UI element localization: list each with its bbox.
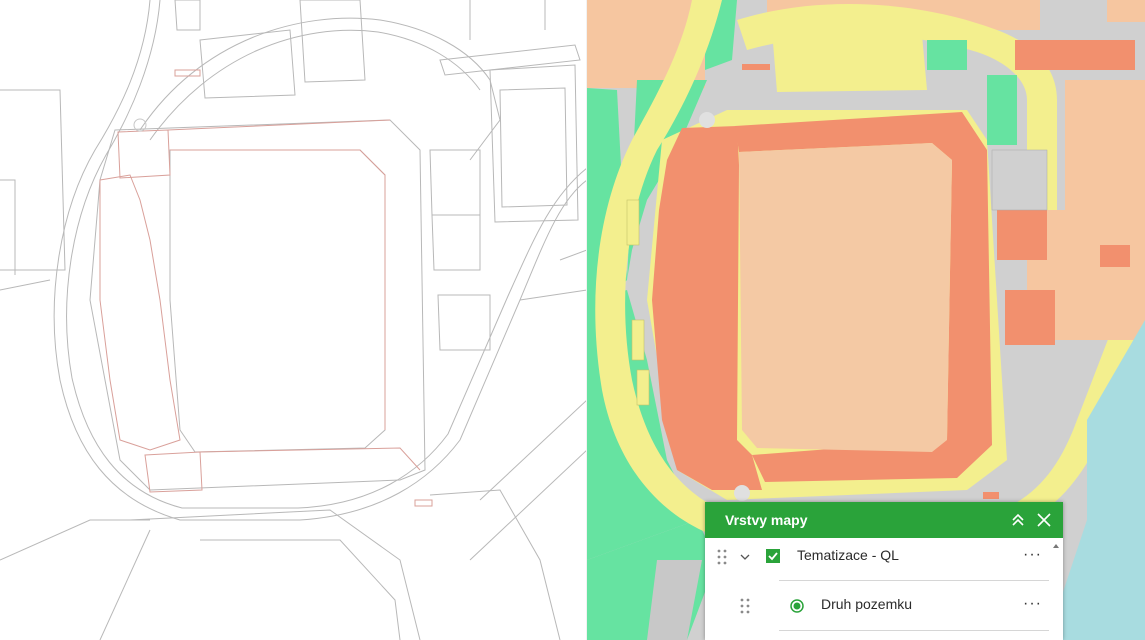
row-divider — [779, 580, 1049, 581]
radio-selected-icon[interactable] — [790, 599, 804, 613]
layers-panel: Vrstvy mapy Tematizace - QL ··· Druh poz… — [705, 502, 1063, 640]
layer-row-tematizace[interactable]: Tematizace - QL ··· — [705, 538, 1051, 578]
layer-label-druh-pozemku: Druh pozemku — [821, 596, 913, 612]
chevron-down-icon[interactable] — [739, 551, 751, 563]
more-options-button[interactable]: ··· — [1023, 595, 1042, 613]
drag-handle-icon[interactable] — [717, 549, 727, 565]
panel-title: Vrstvy mapy — [725, 512, 808, 528]
cadastral-map-view[interactable] — [0, 0, 587, 640]
cadastral-lines — [0, 0, 587, 640]
close-icon[interactable] — [1031, 502, 1057, 538]
row-divider — [779, 630, 1049, 631]
layer-row-druh-pozemku[interactable]: Druh pozemku ··· — [705, 584, 1051, 624]
layers-panel-header: Vrstvy mapy — [705, 502, 1063, 538]
layer-checkbox[interactable] — [766, 549, 780, 563]
layer-label-tematizace: Tematizace - QL — [797, 547, 899, 563]
double-chevron-up-icon[interactable] — [1005, 502, 1031, 538]
more-options-button[interactable]: ··· — [1023, 546, 1042, 564]
drag-handle-icon[interactable] — [740, 598, 750, 614]
scroll-up-icon[interactable] — [1051, 542, 1063, 552]
